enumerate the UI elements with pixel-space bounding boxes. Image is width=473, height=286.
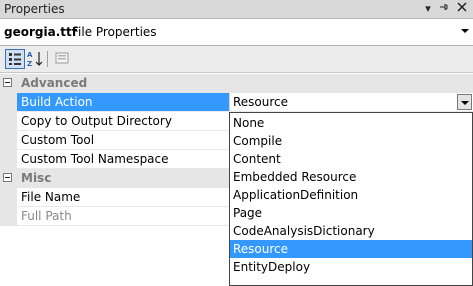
dropdown-option[interactable]: Embedded Resource [230,168,472,186]
collapse-icon[interactable] [3,78,12,87]
categorized-view-icon[interactable] [5,49,25,69]
svg-text:Z: Z [27,60,32,68]
properties-toolbar: A Z [0,46,473,73]
property-name: Custom Tool Namespace [21,152,169,166]
category-advanced[interactable]: Advanced [0,74,473,93]
window-title: Properties [4,2,65,16]
pin-icon[interactable] [437,1,451,17]
build-action-value[interactable]: Resource [229,93,473,112]
svg-text:A: A [27,51,33,59]
dropdown-option[interactable]: Compile [230,132,472,150]
property-value: Resource [233,95,289,109]
property-pages-icon[interactable] [53,49,73,69]
object-name: georgia.ttf [4,25,77,39]
object-type: File Properties [72,25,157,39]
dropdown-option[interactable]: CodeAnalysisDictionary [230,222,472,240]
chevron-down-icon[interactable] [461,29,469,33]
dropdown-option[interactable]: EntityDeploy [230,258,472,276]
collapse-icon[interactable] [3,173,12,182]
dropdown-option[interactable]: None [230,114,472,132]
object-selector[interactable]: georgia.ttf File Properties [0,20,473,46]
toolbar-separator [47,51,48,67]
category-label: Advanced [21,76,88,90]
property-name: Copy to Output Directory [21,114,172,128]
dropdown-option[interactable]: Content [230,150,472,168]
property-row-build-action[interactable]: Build Action Resource [0,93,473,112]
property-name: Build Action [21,95,93,109]
build-action-dropdown-list[interactable]: None Compile Content Embedded Resource A… [229,112,473,286]
property-name: File Name [21,190,81,204]
dropdown-option[interactable]: ApplicationDefinition [230,186,472,204]
category-label: Misc [21,171,52,185]
property-name: Full Path [21,209,72,223]
dropdown-button[interactable] [457,94,472,110]
alphabetical-sort-icon[interactable]: A Z [26,49,46,69]
close-icon[interactable] [455,1,469,17]
dropdown-option[interactable]: Page [230,204,472,222]
property-name: Custom Tool [21,133,95,147]
dropdown-option-highlighted[interactable]: Resource [230,240,472,258]
dropdown-menu-icon[interactable]: ▾ [421,1,435,17]
properties-titlebar: Properties ▾ [0,0,473,19]
